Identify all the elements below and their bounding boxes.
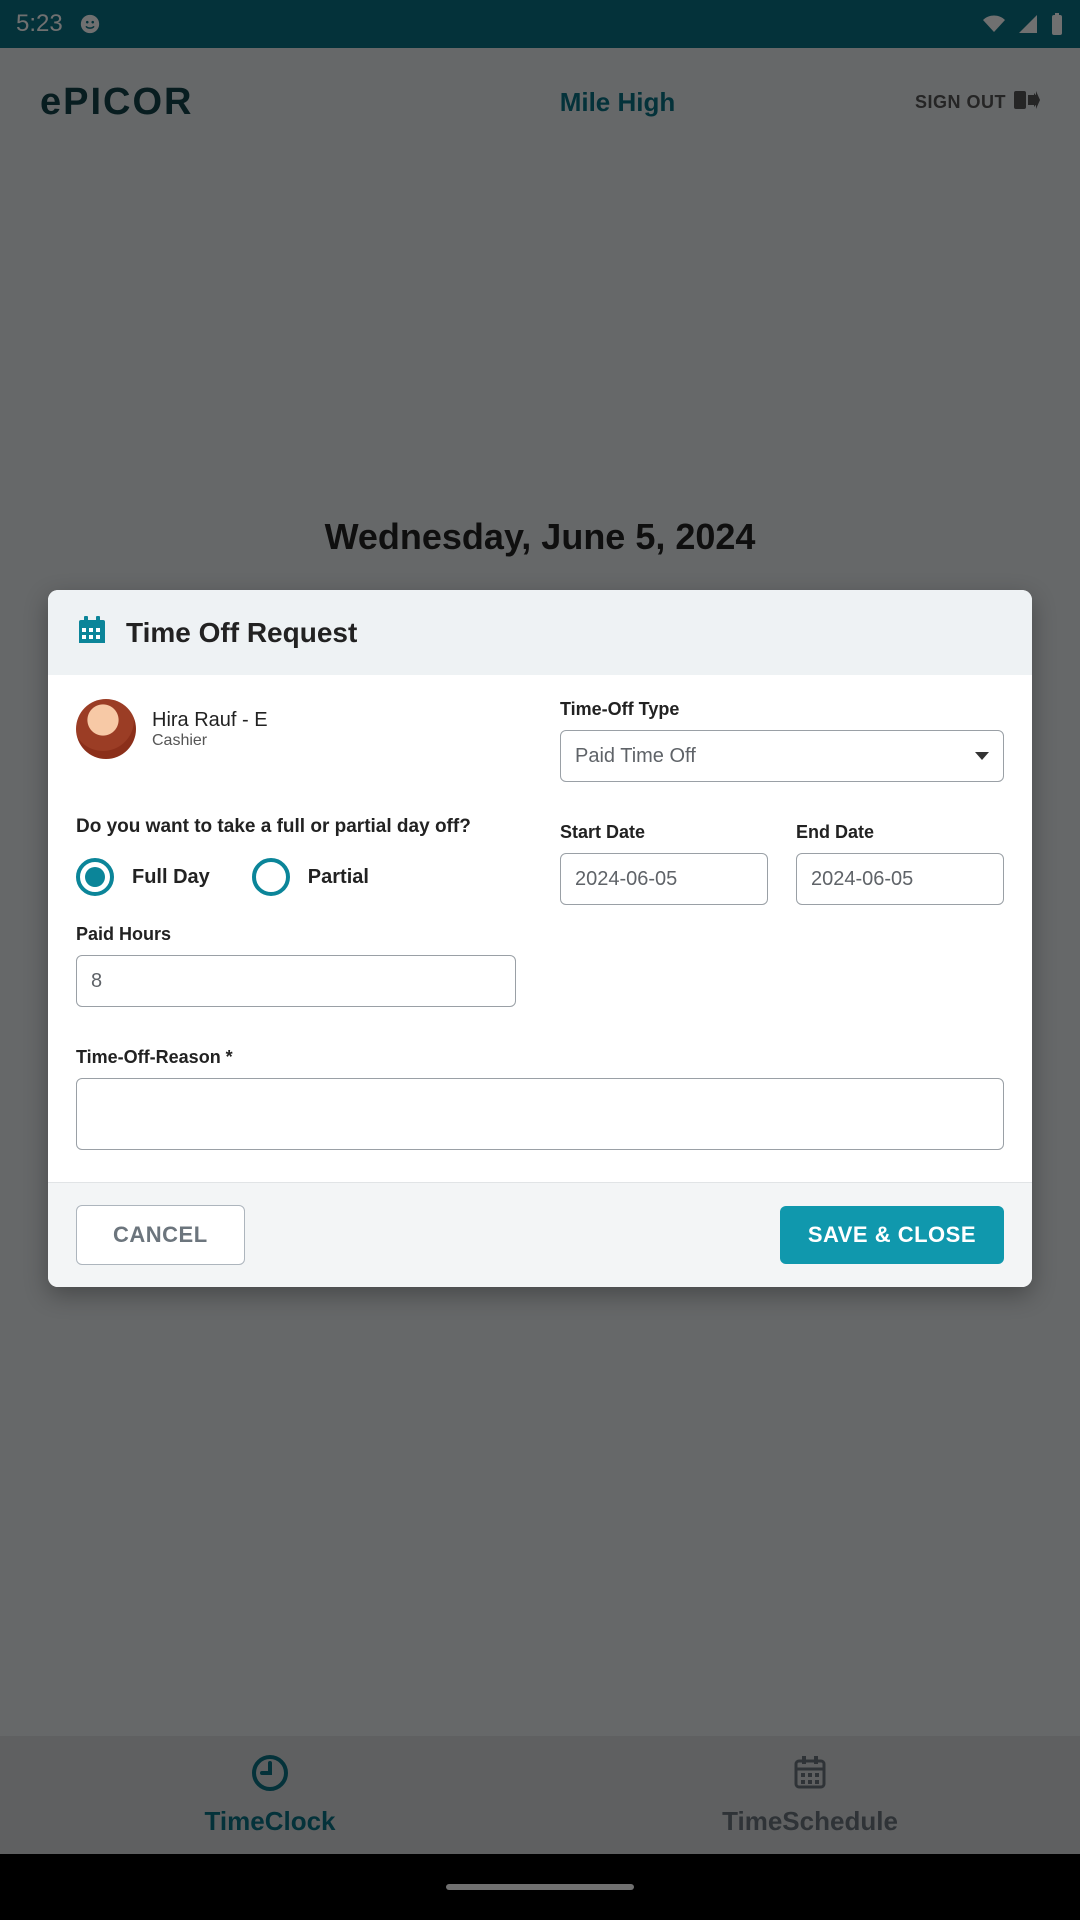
modal-body: Hira Rauf - E Cashier Time-Off Type Paid… <box>48 675 1032 1182</box>
reason-textarea[interactable] <box>76 1078 1004 1150</box>
paid-hours-value: 8 <box>91 970 102 993</box>
timeoff-type-value: Paid Time Off <box>575 745 696 768</box>
modal-header: Time Off Request <box>48 590 1032 675</box>
save-close-button[interactable]: SAVE & CLOSE <box>780 1206 1004 1264</box>
radio-partial-label: Partial <box>308 866 369 889</box>
avatar <box>76 699 136 759</box>
end-date-input[interactable]: 2024-06-05 <box>796 853 1004 905</box>
end-date-value: 2024-06-05 <box>811 868 913 891</box>
radio-full-day-label: Full Day <box>132 866 210 889</box>
start-date-input[interactable]: 2024-06-05 <box>560 853 768 905</box>
paid-hours-label: Paid Hours <box>76 924 520 945</box>
radio-full-day[interactable] <box>76 858 114 896</box>
cancel-button[interactable]: CANCEL <box>76 1205 245 1265</box>
reason-label: Time-Off-Reason * <box>76 1047 1004 1068</box>
timeoff-type-label: Time-Off Type <box>560 699 1004 720</box>
end-date-label: End Date <box>796 822 1004 843</box>
user-name: Hira Rauf - E <box>152 709 268 732</box>
start-date-value: 2024-06-05 <box>575 868 677 891</box>
time-off-request-modal: Time Off Request Hira Rauf - E Cashier T… <box>48 590 1032 1287</box>
paid-hours-input[interactable]: 8 <box>76 955 516 1007</box>
user-block: Hira Rauf - E Cashier <box>76 699 520 759</box>
start-date-label: Start Date <box>560 822 768 843</box>
cancel-button-label: CANCEL <box>113 1222 208 1247</box>
day-type-radio-group: Full Day Partial <box>76 858 520 896</box>
chevron-down-icon <box>975 752 989 760</box>
full-or-partial-question: Do you want to take a full or partial da… <box>76 816 520 838</box>
save-close-button-label: SAVE & CLOSE <box>808 1222 976 1247</box>
radio-partial[interactable] <box>252 858 290 896</box>
user-role: Cashier <box>152 732 268 750</box>
timeoff-type-select[interactable]: Paid Time Off <box>560 730 1004 782</box>
modal-title: Time Off Request <box>126 617 357 649</box>
calendar-icon <box>76 614 108 651</box>
modal-footer: CANCEL SAVE & CLOSE <box>48 1182 1032 1287</box>
